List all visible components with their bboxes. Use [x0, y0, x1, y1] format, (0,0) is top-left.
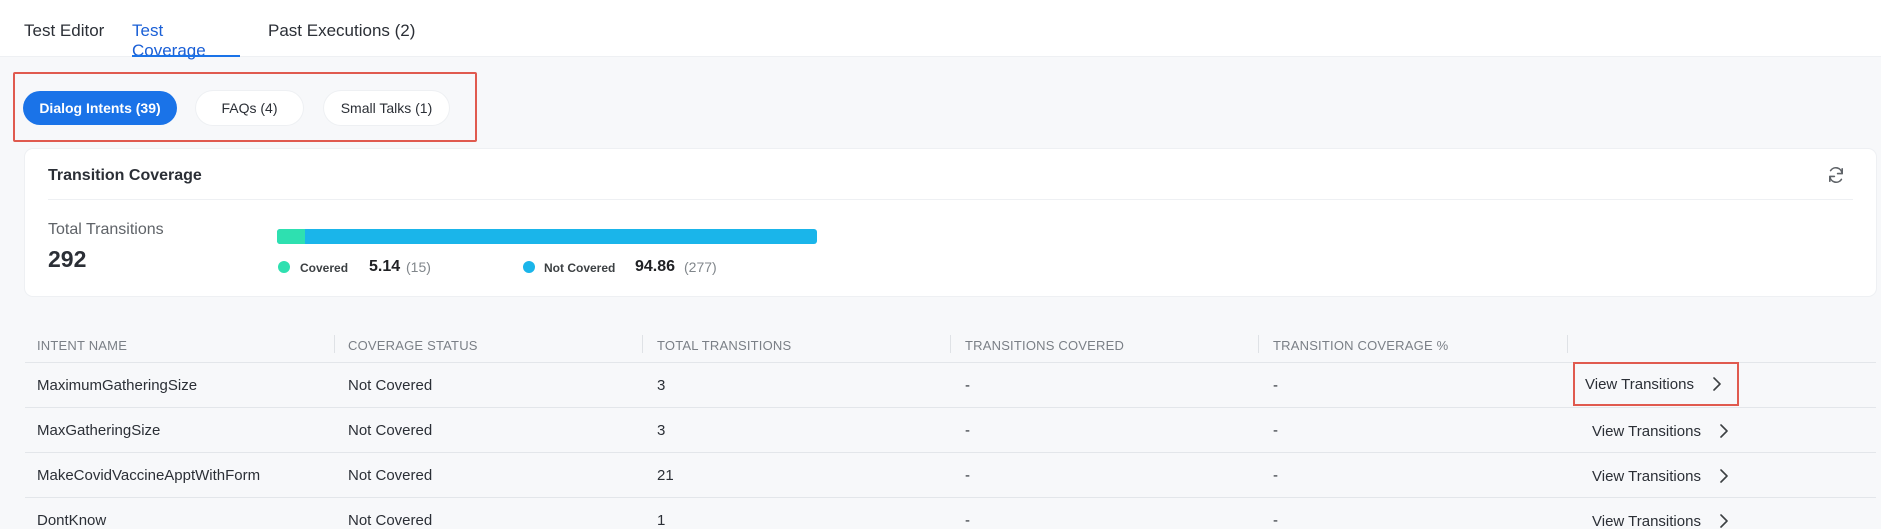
coverage-progress-bar	[277, 229, 817, 244]
view-transitions-button[interactable]: View Transitions	[1573, 362, 1739, 406]
coverage-status-cell: Not Covered	[348, 422, 433, 439]
transitions-covered-cell: -	[965, 512, 970, 529]
intent-name-cell: MaxGatheringSize	[37, 422, 161, 439]
intent-name-cell: MaximumGatheringSize	[37, 377, 198, 394]
coverage-status-cell: Not Covered	[348, 512, 433, 529]
column-header-coverage-status: COVERAGE STATUS	[348, 338, 478, 353]
transition-coverage-card: Transition Coverage Total Transitions 29…	[25, 149, 1876, 296]
transition-coverage-pct-cell: -	[1273, 422, 1278, 439]
coverage-status-cell: Not Covered	[348, 467, 433, 484]
view-transitions-button[interactable]: View Transitions	[1580, 459, 1740, 493]
chevron-right-icon	[1720, 514, 1728, 528]
table-header: INTENT NAME COVERAGE STATUS TOTAL TRANSI…	[25, 329, 1876, 363]
card-title: Transition Coverage	[48, 167, 202, 184]
column-separator	[642, 335, 643, 353]
view-transitions-label: View Transitions	[1592, 467, 1701, 485]
coverage-progress-fill	[277, 229, 305, 244]
covered-percent: 5.14	[369, 258, 401, 275]
view-transitions-button[interactable]: View Transitions	[1580, 414, 1740, 448]
refresh-icon[interactable]	[1826, 165, 1846, 185]
transition-coverage-pct-cell: -	[1273, 377, 1278, 394]
transition-coverage-pct-cell: -	[1273, 512, 1278, 529]
view-transitions-button[interactable]: View Transitions	[1580, 504, 1740, 529]
filter-small-talks[interactable]: Small Talks (1)	[324, 91, 449, 125]
transitions-covered-cell: -	[965, 467, 970, 484]
chevron-right-icon	[1720, 424, 1728, 438]
tab-test-coverage[interactable]: Test Coverage	[132, 21, 240, 60]
tab-past-executions[interactable]: Past Executions (2)	[268, 21, 415, 57]
table-row[interactable]: MaximumGatheringSize Not Covered 3 - - V…	[25, 362, 1876, 408]
filter-dialog-intents[interactable]: Dialog Intents (39)	[23, 91, 177, 125]
column-header-transitions-covered: TRANSITIONS COVERED	[965, 338, 1125, 353]
covered-legend-label: Covered	[300, 261, 349, 275]
transition-coverage-pct-cell: -	[1273, 467, 1278, 484]
transitions-covered-cell: -	[965, 422, 970, 439]
covered-legend-dot	[278, 261, 290, 273]
total-transitions-value: 292	[48, 246, 87, 272]
transitions-covered-cell: -	[965, 377, 970, 394]
column-separator	[1258, 335, 1259, 353]
intent-name-cell: DontKnow	[37, 512, 107, 529]
not-covered-legend-dot	[523, 261, 535, 273]
not-covered-legend-label: Not Covered	[544, 261, 616, 275]
column-header-transition-coverage-pct: TRANSITION COVERAGE %	[1273, 338, 1449, 353]
card-divider	[48, 199, 1853, 200]
top-tab-bar: Test Editor Test Coverage Past Execution…	[0, 0, 1881, 60]
total-transitions-cell: 3	[657, 422, 666, 439]
total-transitions-cell: 1	[657, 512, 666, 529]
column-separator	[1567, 335, 1568, 353]
tab-test-editor[interactable]: Test Editor	[24, 21, 104, 57]
chevron-right-icon	[1720, 469, 1728, 483]
intent-name-cell: MakeCovidVaccineApptWithForm	[37, 467, 261, 484]
chevron-right-icon	[1713, 377, 1721, 391]
table-row[interactable]: MaxGatheringSize Not Covered 3 - - View …	[25, 408, 1876, 453]
total-transitions-label: Total Transitions	[48, 221, 164, 238]
view-transitions-label: View Transitions	[1585, 375, 1694, 393]
column-header-intent-name: INTENT NAME	[37, 338, 128, 353]
total-transitions-cell: 21	[657, 467, 674, 484]
coverage-status-cell: Not Covered	[348, 377, 433, 394]
column-header-total-transitions: TOTAL TRANSITIONS	[657, 338, 792, 353]
filter-faqs[interactable]: FAQs (4)	[196, 91, 303, 125]
column-separator	[334, 335, 335, 353]
not-covered-count: (277)	[684, 259, 717, 275]
covered-count: (15)	[406, 259, 431, 275]
table-row[interactable]: DontKnow Not Covered 1 - - View Transiti…	[25, 498, 1876, 529]
view-transitions-label: View Transitions	[1592, 422, 1701, 440]
total-transitions-cell: 3	[657, 377, 666, 394]
not-covered-percent: 94.86	[635, 258, 676, 275]
column-separator	[950, 335, 951, 353]
table-row[interactable]: MakeCovidVaccineApptWithForm Not Covered…	[25, 453, 1876, 498]
view-transitions-label: View Transitions	[1592, 512, 1701, 529]
